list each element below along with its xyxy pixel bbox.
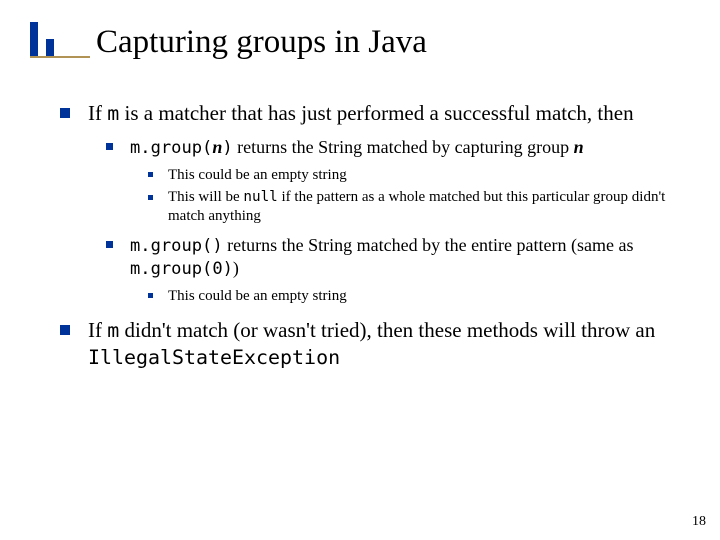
- text: is a matcher that has just performed a s…: [119, 101, 633, 125]
- code: m.group(: [130, 138, 212, 158]
- bullet-l2-group-whole: m.group() returns the String matched by …: [106, 234, 690, 305]
- text: If: [88, 101, 107, 125]
- slide: Capturing groups in Java If m is a match…: [0, 0, 720, 540]
- code: m.group(): [130, 236, 223, 256]
- var-n: n: [574, 137, 584, 157]
- code: m.group(0): [130, 259, 233, 279]
- bullet-l3-null: This will be null if the pattern as a wh…: [148, 188, 690, 226]
- title-accent-bars: [30, 22, 86, 56]
- text: returns the String matched by the entire…: [223, 235, 634, 255]
- code-exception: IllegalStateException: [88, 345, 340, 369]
- text: didn't match (or wasn't tried), then the…: [119, 318, 655, 342]
- bullet-l1-illegal-state: If m didn't match (or wasn't tried), the…: [60, 317, 690, 370]
- bullet-l2-group-n: m.group(n) returns the String matched by…: [106, 136, 690, 226]
- code-null: null: [243, 189, 277, 205]
- var-n: n: [212, 137, 222, 157]
- text: This could be an empty string: [168, 288, 347, 304]
- slide-body: If m is a matcher that has just performe…: [60, 100, 690, 382]
- text: This will be: [168, 189, 243, 205]
- slide-title-wrap: Capturing groups in Java: [96, 24, 427, 61]
- code-m: m: [107, 101, 119, 125]
- code-m: m: [107, 318, 119, 342]
- text: returns the String matched by capturing …: [233, 137, 574, 157]
- slide-title: Capturing groups in Java: [96, 24, 427, 60]
- text: If: [88, 318, 107, 342]
- bullet-l3-empty-string-1: This could be an empty string: [148, 166, 690, 185]
- code: ): [222, 138, 232, 158]
- slide-number: 18: [692, 514, 706, 530]
- bullet-l1-matcher: If m is a matcher that has just performe…: [60, 100, 690, 305]
- text: This could be an empty string: [168, 167, 347, 183]
- bullet-l3-empty-string-2: This could be an empty string: [148, 287, 690, 306]
- text: ): [233, 258, 239, 278]
